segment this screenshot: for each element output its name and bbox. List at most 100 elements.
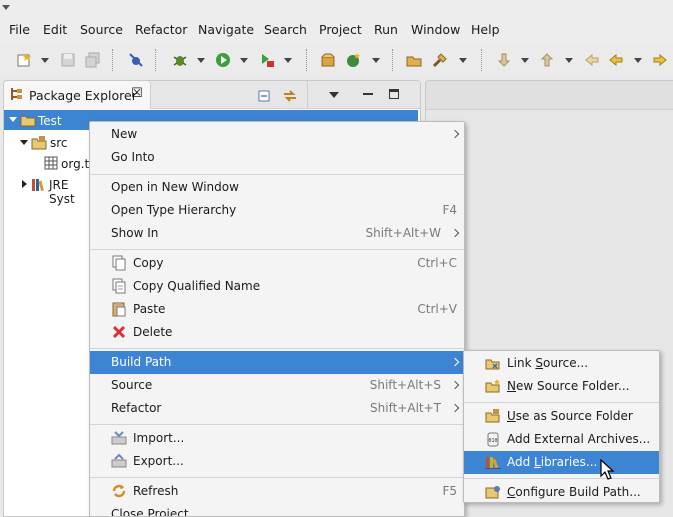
configure-build-path-icon <box>485 486 500 499</box>
debug-dropdown-arrow[interactable] <box>197 58 205 63</box>
previous-annotation-icon[interactable] <box>539 52 555 68</box>
submenu-item-add-libraries[interactable]: Add Libraries... <box>464 451 659 474</box>
link-with-editor-icon[interactable] <box>282 88 298 104</box>
source-folder-icon <box>31 136 47 150</box>
package-explorer-icon <box>11 88 22 100</box>
menu-refactor[interactable]: Refactor <box>135 22 187 37</box>
menu-run[interactable]: Run <box>374 22 398 37</box>
back-icon[interactable] <box>608 52 624 68</box>
tree-label-jre: JRE Syst <box>49 178 75 206</box>
debug-icon[interactable] <box>172 52 188 68</box>
expand-arrow-icon[interactable] <box>9 117 17 122</box>
menu-item-paste[interactable]: Paste Ctrl+V <box>90 298 464 321</box>
menu-item-refactor[interactable]: Refactor Shift+Alt+T <box>90 397 464 420</box>
run-dropdown-arrow[interactable] <box>240 58 248 63</box>
save-icon[interactable] <box>60 52 76 68</box>
new-class-dropdown-arrow[interactable] <box>372 58 380 63</box>
submenu-item-new-source-folder[interactable]: New Source Folder... <box>464 375 659 398</box>
menu-item-open-type-hierarchy[interactable]: Open Type Hierarchy F4 <box>90 199 464 222</box>
menu-item-close-project[interactable]: Close Project <box>90 503 464 516</box>
new-package-icon[interactable] <box>320 52 336 68</box>
forward-icon[interactable] <box>652 52 668 68</box>
minimize-icon[interactable] <box>363 93 373 95</box>
tree-label-project: Test <box>38 114 62 128</box>
menu-item-export[interactable]: Export... <box>90 450 464 473</box>
menu-item-go-into[interactable]: Go Into <box>90 146 464 169</box>
submenu-item-add-external-archives[interactable]: 010 Add External Archives... <box>464 428 659 451</box>
submenu-arrow-icon <box>450 403 460 413</box>
new-class-icon[interactable] <box>346 52 362 68</box>
menu-item-show-in[interactable]: Show In Shift+Alt+W <box>90 222 464 245</box>
submenu-arrow-icon <box>450 357 460 367</box>
menu-file[interactable]: File <box>9 22 30 37</box>
menu-item-open-new-window[interactable]: Open in New Window <box>90 176 464 199</box>
link-source-icon <box>485 359 500 370</box>
external-tools-dropdown-arrow[interactable] <box>284 58 292 63</box>
next-annotation-icon[interactable] <box>496 52 512 68</box>
tree-item-src[interactable]: src <box>20 133 90 153</box>
menu-item-new[interactable]: New <box>90 123 464 146</box>
main-toolbar <box>0 43 673 76</box>
jar-icon: 010 <box>487 432 499 447</box>
menu-item-build-path[interactable]: Build Path <box>90 351 464 374</box>
menu-item-copy[interactable]: Copy Ctrl+C <box>90 252 464 275</box>
tree-item-jre[interactable]: JRE Syst <box>20 175 90 206</box>
tree-item-package[interactable]: org.te <box>44 154 97 174</box>
menu-item-delete[interactable]: Delete <box>90 321 464 344</box>
menu-search[interactable]: Search <box>264 22 307 37</box>
menu-edit[interactable]: Edit <box>43 22 67 37</box>
view-tab-bar: Package Explorer ☒ <box>4 81 420 109</box>
copy-icon <box>112 255 126 271</box>
mouse-cursor-icon <box>600 459 615 480</box>
package-icon <box>44 156 58 170</box>
build-path-submenu: Link Source... New Source Folder... Use … <box>463 350 660 503</box>
collapse-arrow-icon[interactable] <box>22 180 27 188</box>
view-tab-title: Package Explorer <box>29 88 137 103</box>
menu-help[interactable]: Help <box>471 22 500 37</box>
collapse-all-icon[interactable] <box>257 89 271 103</box>
maximize-icon[interactable] <box>389 89 399 99</box>
menu-source[interactable]: Source <box>80 22 123 37</box>
window-menu-icon[interactable] <box>2 5 10 10</box>
tab-package-explorer[interactable]: Package Explorer ☒ <box>4 81 151 109</box>
menu-project[interactable]: Project <box>319 22 362 37</box>
save-all-icon[interactable] <box>85 52 101 68</box>
menu-item-copy-qualified-name[interactable]: Copy Qualified Name <box>90 275 464 298</box>
external-tools-icon[interactable] <box>259 52 275 68</box>
delete-icon <box>112 325 126 339</box>
submenu-item-use-as-source-folder[interactable]: Use as Source Folder <box>464 405 659 428</box>
new-source-folder-icon <box>485 379 500 393</box>
paste-icon <box>112 302 126 317</box>
new-dropdown-arrow[interactable] <box>41 58 49 63</box>
search-icon[interactable] <box>432 52 448 68</box>
project-folder-icon <box>20 113 36 127</box>
submenu-arrow-icon <box>450 129 460 139</box>
new-wizard-icon[interactable] <box>16 52 32 68</box>
last-edit-icon[interactable] <box>584 52 600 68</box>
svg-text:010: 010 <box>488 438 497 444</box>
view-menu-icon[interactable] <box>329 92 339 98</box>
window-title-strip <box>0 0 673 16</box>
expand-arrow-icon[interactable] <box>20 140 28 145</box>
menu-window[interactable]: Window <box>411 22 460 37</box>
next-annotation-dropdown-arrow[interactable] <box>521 58 529 63</box>
back-dropdown-arrow[interactable] <box>634 58 642 63</box>
submenu-arrow-icon <box>450 380 460 390</box>
export-icon <box>111 453 127 468</box>
menu-item-source[interactable]: Source Shift+Alt+S <box>90 374 464 397</box>
refresh-icon <box>112 484 126 498</box>
menu-item-refresh[interactable]: Refresh F5 <box>90 480 464 503</box>
open-type-icon[interactable] <box>406 52 422 68</box>
import-icon <box>111 431 127 445</box>
submenu-item-configure-build-path[interactable]: Configure Build Path... <box>464 481 659 504</box>
skip-breakpoints-icon[interactable] <box>128 52 144 68</box>
submenu-item-link-source[interactable]: Link Source... <box>464 352 659 375</box>
close-icon[interactable]: ☒ <box>131 86 143 101</box>
previous-annotation-dropdown-arrow[interactable] <box>565 58 573 63</box>
menu-item-import[interactable]: Import... <box>90 427 464 450</box>
search-dropdown-arrow[interactable] <box>459 58 467 63</box>
context-menu: New Go Into Open in New Window Open Type… <box>89 121 465 517</box>
run-icon[interactable] <box>215 52 231 68</box>
menu-navigate[interactable]: Navigate <box>198 22 254 37</box>
submenu-arrow-icon <box>450 228 460 238</box>
